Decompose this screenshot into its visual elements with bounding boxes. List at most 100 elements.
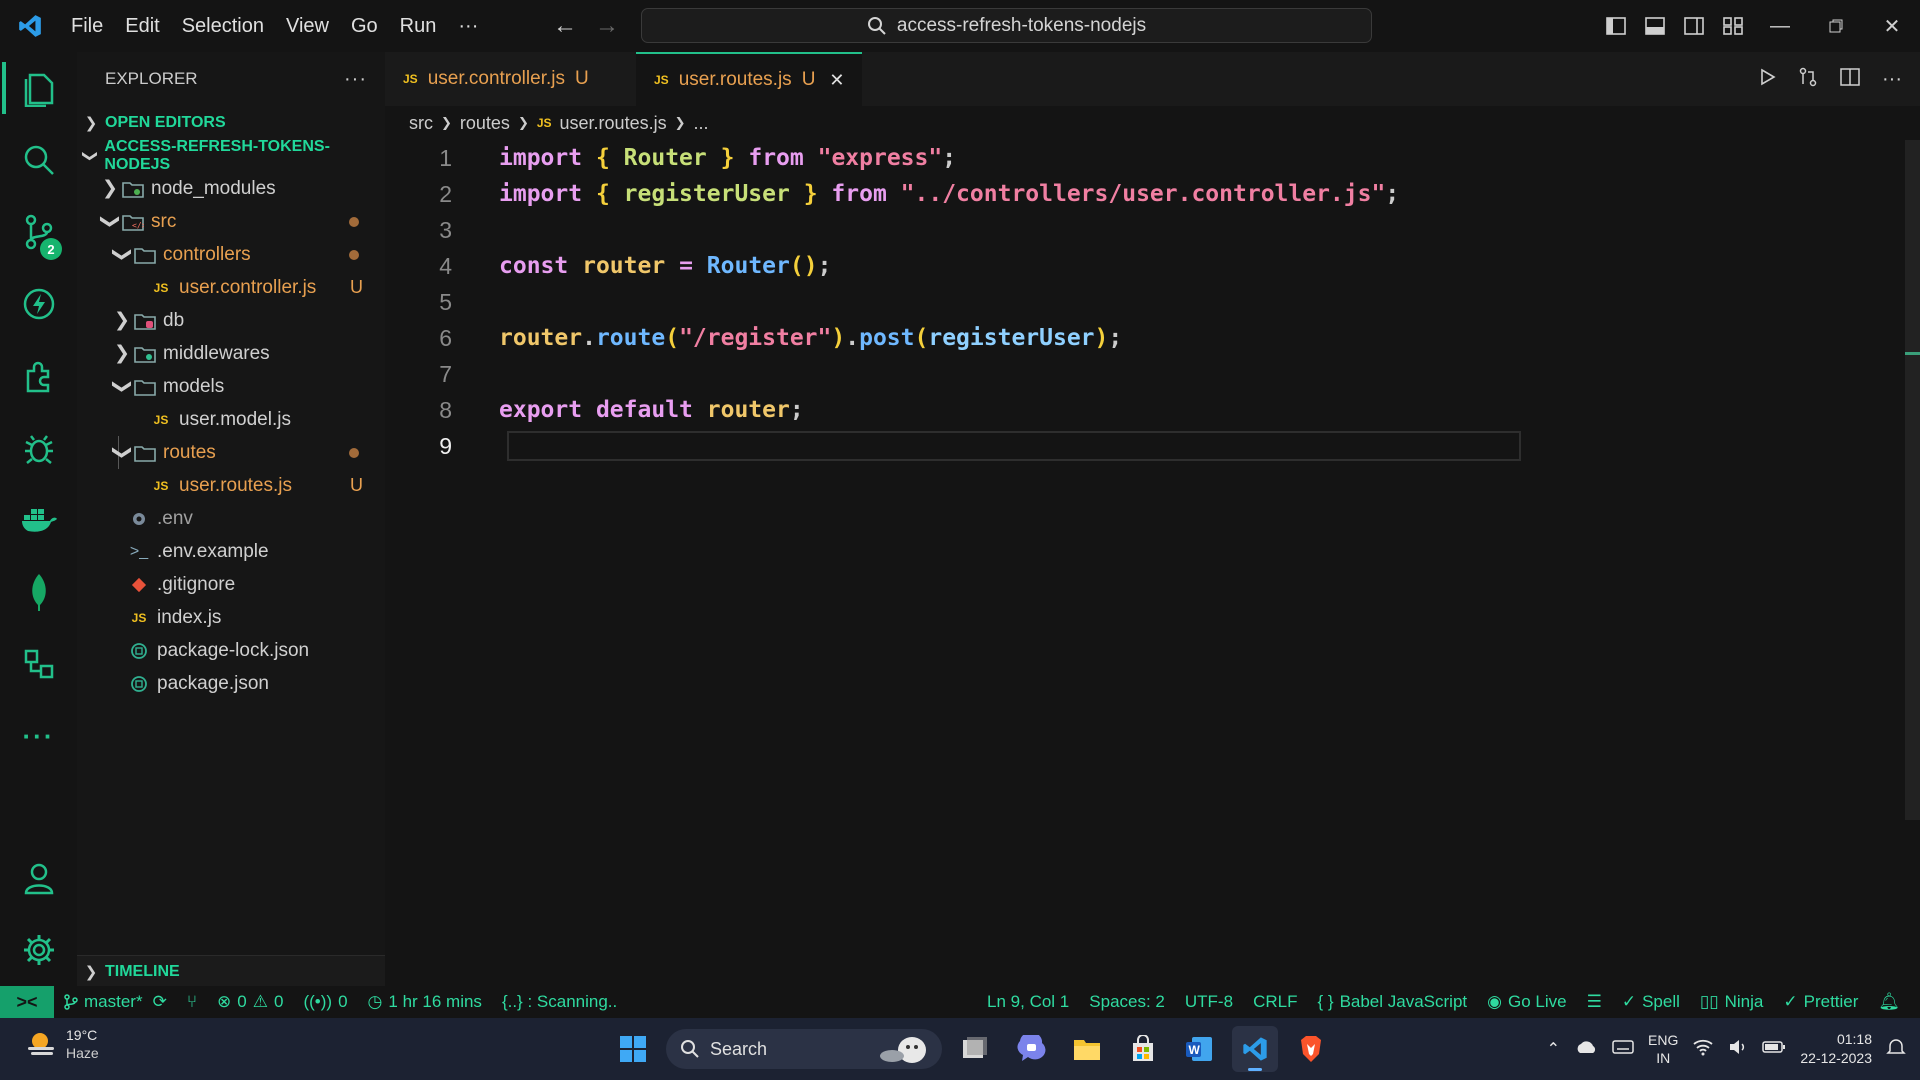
menu-run[interactable]: Run [389, 0, 448, 52]
open-editors-section[interactable]: ❯ OPEN EDITORS [77, 106, 385, 139]
git-graph-icon[interactable]: ⑂ [177, 992, 207, 1012]
notification-center-icon[interactable] [1886, 1037, 1906, 1062]
explorer-icon[interactable] [0, 52, 77, 124]
docker-icon[interactable] [0, 484, 77, 556]
split-editor-icon[interactable] [1840, 67, 1860, 91]
more-views-icon[interactable]: ··· [0, 700, 77, 772]
command-center[interactable]: access-refresh-tokens-nodejs [641, 8, 1372, 43]
input-language[interactable]: ENG IN [1648, 1031, 1678, 1067]
toggle-primary-sidebar-icon[interactable] [1596, 0, 1635, 52]
problems-status[interactable]: ⊗ 0 ⚠ 0 [207, 992, 293, 1012]
tree-item-package-json[interactable]: package.json [77, 667, 385, 700]
menu-selection[interactable]: Selection [171, 0, 275, 52]
notifications-bell-icon[interactable]: 🔔︎ [1868, 992, 1910, 1012]
tree-item-env-example[interactable]: >_ .env.example [77, 535, 385, 568]
tree-item-src[interactable]: ❯ </> src [77, 205, 385, 238]
menu-go[interactable]: Go [340, 0, 389, 52]
encoding[interactable]: UTF-8 [1175, 992, 1243, 1012]
cursor-position[interactable]: Ln 9, Col 1 [977, 992, 1079, 1012]
restore-icon[interactable] [1808, 0, 1864, 52]
remote-indicator-icon[interactable]: >< [0, 986, 54, 1018]
file-explorer-icon[interactable] [1064, 1026, 1110, 1072]
copilot-icon[interactable]: ☰ [1577, 992, 1612, 1012]
toggle-secondary-sidebar-icon[interactable] [1674, 0, 1713, 52]
tree-item-db[interactable]: ❯ db [77, 304, 385, 337]
clock[interactable]: 01:18 22-12-2023 [1800, 1030, 1872, 1068]
explorer-more-actions[interactable]: ··· [344, 68, 367, 91]
thunder-client-icon[interactable] [0, 268, 77, 340]
tree-item-user-controller[interactable]: JS user.controller.js U [77, 271, 385, 304]
breadcrumb-symbol[interactable]: ... [694, 113, 709, 134]
taskbar-search[interactable]: Search [666, 1029, 942, 1069]
close-window-icon[interactable]: ✕ [1864, 0, 1920, 52]
minimize-icon[interactable]: — [1752, 0, 1808, 52]
tree-item-index[interactable]: JS index.js [77, 601, 385, 634]
keyboard-icon[interactable] [1612, 1039, 1634, 1060]
ports-status[interactable]: ((•)) 0 [293, 992, 357, 1012]
mongodb-leaf-icon[interactable] [0, 556, 77, 628]
line-endings[interactable]: CRLF [1243, 992, 1307, 1012]
tree-item-routes[interactable]: ❯ routes [77, 436, 385, 469]
source-control-icon[interactable]: 2 [0, 196, 77, 268]
tab-user-routes[interactable]: JS user.routes.js U ✕ [636, 52, 862, 106]
menu-more[interactable]: ··· [447, 0, 489, 52]
close-tab-icon[interactable]: ✕ [829, 70, 844, 91]
language-mode[interactable]: { } Babel JavaScript [1307, 992, 1477, 1012]
tab-user-controller[interactable]: JS user.controller.js U [385, 52, 636, 106]
word-icon[interactable]: W [1176, 1026, 1222, 1072]
indentation[interactable]: Spaces: 2 [1079, 992, 1175, 1012]
tree-item-user-model[interactable]: JS user.model.js [77, 403, 385, 436]
tree-item-models[interactable]: ❯ models [77, 370, 385, 403]
breadcrumb-routes[interactable]: routes [460, 113, 510, 134]
spell-check[interactable]: ✓ Spell [1612, 992, 1690, 1012]
tree-item-node-modules[interactable]: ❯ node_modules [77, 172, 385, 205]
tree-item-user-routes[interactable]: JS user.routes.js U [77, 469, 385, 502]
tree-item-middlewares[interactable]: ❯ middlewares [77, 337, 385, 370]
remote-explorer-icon[interactable] [0, 628, 77, 700]
go-live-button[interactable]: ◉ Go Live [1477, 992, 1576, 1012]
forward-arrow-icon[interactable]: → [595, 12, 619, 40]
timeline-section[interactable]: ❯ TIMELINE [77, 955, 385, 986]
tree-item-env[interactable]: .env [77, 502, 385, 535]
sync-icon[interactable]: ⟳ [153, 992, 167, 1012]
task-view-icon[interactable] [952, 1026, 998, 1072]
open-changes-icon[interactable] [1798, 67, 1818, 92]
menu-file[interactable]: File [60, 0, 114, 52]
back-arrow-icon[interactable]: ← [553, 12, 577, 40]
scanning-status[interactable]: {..} : Scanning.. [492, 992, 627, 1012]
run-debug-icon[interactable] [0, 412, 77, 484]
menu-view[interactable]: View [275, 0, 340, 52]
time-tracker[interactable]: ◷ 1 hr 16 mins [358, 992, 492, 1012]
prettier-status[interactable]: ✓ Prettier [1773, 992, 1868, 1012]
vscode-taskbar-icon[interactable] [1232, 1026, 1278, 1072]
brave-browser-icon[interactable] [1288, 1026, 1334, 1072]
code-editor[interactable]: 1 import { Router } from "express"; 2 im… [385, 140, 1905, 464]
toggle-panel-icon[interactable] [1635, 0, 1674, 52]
wifi-icon[interactable] [1692, 1038, 1714, 1061]
tree-item-controllers[interactable]: ❯ controllers [77, 238, 385, 271]
accounts-icon[interactable] [0, 842, 77, 914]
editor-more-icon[interactable]: ··· [1882, 68, 1902, 91]
volume-icon[interactable] [1728, 1038, 1748, 1061]
project-section[interactable]: ❯ ACCESS-REFRESH-TOKENS-NODEJS [77, 138, 385, 173]
onedrive-cloud-icon[interactable] [1574, 1039, 1598, 1060]
menu-edit[interactable]: Edit [114, 0, 170, 52]
tree-item-package-lock[interactable]: package-lock.json [77, 634, 385, 667]
teams-chat-icon[interactable] [1008, 1026, 1054, 1072]
search-activity-icon[interactable] [0, 124, 77, 196]
show-hidden-icons-icon[interactable]: ⌃ [1547, 1039, 1560, 1059]
breadcrumb-file[interactable]: user.routes.js [560, 113, 667, 134]
battery-icon[interactable] [1762, 1040, 1786, 1059]
branch-status[interactable]: master* ⟳ [54, 992, 177, 1012]
ninja-status[interactable]: ▯▯ Ninja [1690, 992, 1773, 1012]
settings-gear-icon[interactable] [0, 914, 77, 986]
extensions-icon[interactable] [0, 340, 77, 412]
microsoft-store-icon[interactable] [1120, 1026, 1166, 1072]
editor-scrollbar[interactable] [1905, 140, 1920, 820]
customize-layout-icon[interactable] [1713, 0, 1752, 52]
weather-widget[interactable]: 19°C Haze [24, 1026, 99, 1062]
run-icon[interactable] [1758, 68, 1776, 91]
breadcrumb-src[interactable]: src [409, 113, 433, 134]
tree-item-gitignore[interactable]: .gitignore [77, 568, 385, 601]
windows-start-icon[interactable] [610, 1026, 656, 1072]
